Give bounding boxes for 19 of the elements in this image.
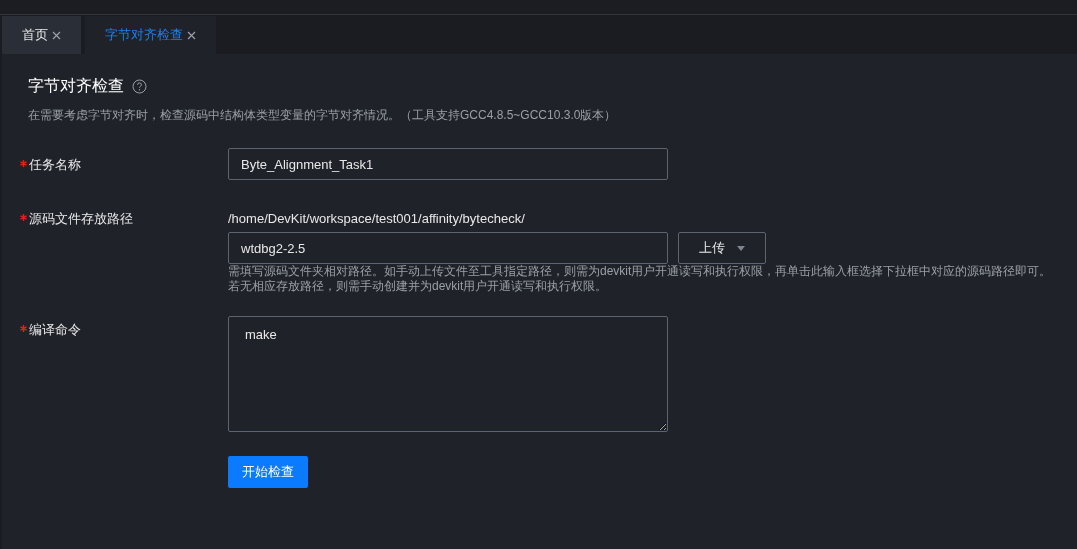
page-title: 字节对齐检查 bbox=[28, 76, 124, 96]
path-prefix: /home/DevKit/workspace/test001/affinity/bytecheck/ bbox=[228, 210, 526, 228]
upload-dropdown[interactable]: 上传 bbox=[678, 232, 766, 264]
tab[interactable]: 字节对齐检查 bbox=[85, 16, 216, 54]
help-icon[interactable] bbox=[132, 78, 147, 94]
hint-text: 若无相应存放路径，则需手动创建并为devkit用户开通读写和执行权限。 bbox=[228, 279, 609, 294]
compile-command-field[interactable]: make bbox=[228, 316, 668, 432]
path-field[interactable]: wtdbg2-2.5 bbox=[228, 232, 668, 264]
page-description: 在需要考虑字节对齐时，检查源码中结构体类型变量的字节对齐情况。（工具支持GCC4.8.5~GCC10.3.0版本） bbox=[27, 107, 618, 124]
close-icon[interactable] bbox=[52, 30, 61, 40]
field-label: 源码文件存放路径 bbox=[29, 210, 133, 228]
field-label: 编译命令 bbox=[29, 321, 81, 339]
task-name-field[interactable]: Byte_Alignment_Task1 bbox=[228, 148, 668, 180]
caret-icon bbox=[737, 245, 745, 251]
field-label: 任务名称 bbox=[29, 156, 81, 174]
hint-text: 需填写源码文件夹相对路径。如手动上传文件至工具指定路径，则需为devkit用户开通读写和执行权限，再单击此输入框选择下拉框中对应的源码路径即可。 bbox=[228, 264, 1052, 279]
tab[interactable]: 首页 bbox=[2, 16, 81, 54]
start-check-button[interactable]: 开始检查 bbox=[228, 456, 308, 488]
close-icon[interactable] bbox=[187, 30, 196, 40]
